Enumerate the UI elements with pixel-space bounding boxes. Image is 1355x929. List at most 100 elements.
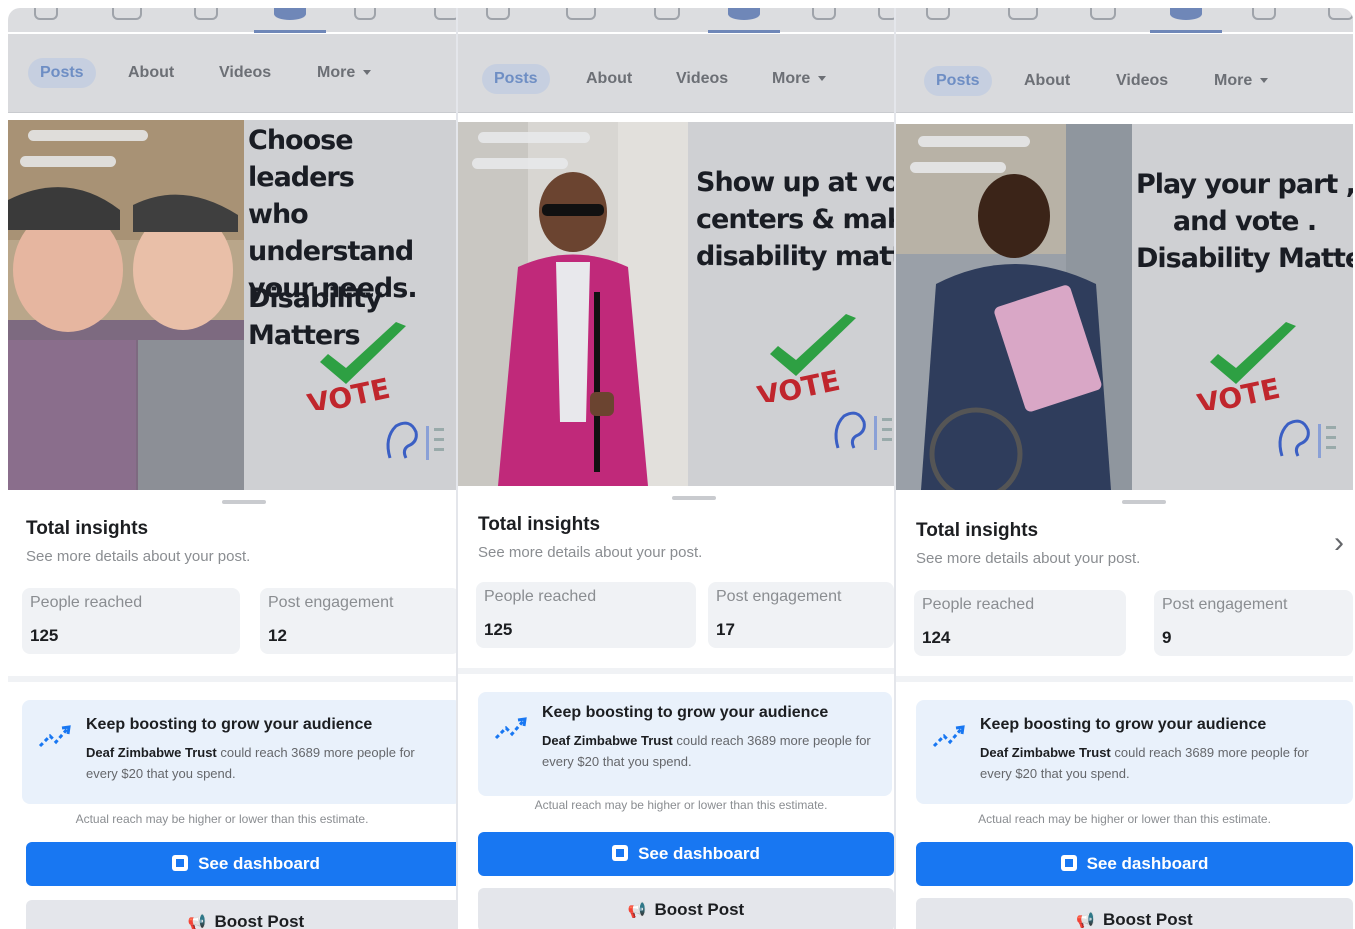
boost-body: Deaf Zimbabwe Trust could reach 3689 mor… xyxy=(86,742,426,784)
post-engagement-label: Post engagement xyxy=(268,594,394,611)
boost-post-button[interactable]: 📢 Boost Post xyxy=(26,900,456,929)
people-reached-label: People reached xyxy=(922,596,1035,613)
post-panel-1: Posts About Videos More Choose leaders w… xyxy=(8,8,456,929)
post-engagement-card[interactable]: Post engagement 12 xyxy=(260,588,456,654)
poster-headline: Show up at voting centers & make disabil… xyxy=(696,167,894,272)
people-reached-value: 125 xyxy=(30,626,59,645)
insights-sheet: Total insights See more details about yo… xyxy=(896,490,1353,929)
trend-up-icon xyxy=(494,717,527,740)
screenshot-collage: Posts About Videos More Choose leaders w… xyxy=(8,8,1353,929)
tab-more[interactable]: More xyxy=(317,58,372,88)
section-divider xyxy=(8,676,456,682)
dashboard-icon xyxy=(1060,855,1077,871)
insights-title: Total insights xyxy=(478,514,601,535)
people-reached-card[interactable]: People reached 125 xyxy=(476,582,696,648)
photo xyxy=(896,124,1132,490)
boost-post-button[interactable]: 📢 Boost Post xyxy=(478,888,894,929)
tab-more[interactable]: More xyxy=(772,64,827,94)
boost-suggestion-card[interactable]: Keep boosting to grow your audience Deaf… xyxy=(22,700,456,804)
tab-posts[interactable]: Posts xyxy=(28,58,96,88)
chevron-down-icon xyxy=(363,70,372,76)
bell-icon[interactable] xyxy=(1252,8,1276,20)
dashboard-icon xyxy=(172,855,189,871)
boost-post-label: Boost Post xyxy=(1102,910,1193,929)
ear-logo-icon xyxy=(1278,419,1336,458)
bell-icon[interactable] xyxy=(812,8,836,20)
chevron-right-icon[interactable]: › xyxy=(1334,526,1344,560)
tab-posts[interactable]: Posts xyxy=(924,66,992,96)
org-name: Deaf Zimbabwe Trust xyxy=(980,745,1111,760)
post-engagement-card[interactable]: Post engagement 17 xyxy=(708,582,894,648)
boost-post-label: Boost Post xyxy=(214,912,305,929)
home-icon[interactable] xyxy=(486,8,510,20)
tab-more[interactable]: More xyxy=(1214,66,1269,96)
post-image[interactable]: Choose leaders who understand your needs… xyxy=(8,120,456,490)
active-tab-indicator xyxy=(1150,30,1222,33)
top-nav-icons xyxy=(896,8,1353,33)
tab-videos[interactable]: Videos xyxy=(219,58,271,88)
boost-post-label: Boost Post xyxy=(654,900,745,919)
boost-post-button[interactable]: 📢 Boost Post xyxy=(916,898,1353,929)
people-reached-card[interactable]: People reached 125 xyxy=(22,588,240,654)
people-reached-card[interactable]: People reached 124 xyxy=(914,590,1126,656)
tab-posts[interactable]: Posts xyxy=(482,64,550,94)
profile-icon[interactable] xyxy=(728,8,760,20)
home-icon[interactable] xyxy=(34,8,58,20)
profile-icon[interactable] xyxy=(1170,8,1202,20)
see-dashboard-button[interactable]: See dashboard xyxy=(916,842,1353,886)
insights-title: Total insights xyxy=(916,520,1039,541)
see-dashboard-button[interactable]: See dashboard xyxy=(478,832,894,876)
boost-body: Deaf Zimbabwe Trust could reach 3689 mor… xyxy=(980,742,1320,784)
tab-more-label: More xyxy=(772,70,811,87)
bell-icon[interactable] xyxy=(354,8,376,20)
megaphone-icon[interactable] xyxy=(194,8,218,20)
ear-logo-icon xyxy=(386,421,444,460)
trend-up-icon xyxy=(932,725,965,748)
menu-icon[interactable] xyxy=(878,8,894,20)
video-icon[interactable] xyxy=(566,8,596,20)
tab-about[interactable]: About xyxy=(586,64,632,94)
insights-subtitle: See more details about your post. xyxy=(916,550,1141,567)
tab-videos[interactable]: Videos xyxy=(1116,66,1168,96)
hashtag-tag xyxy=(472,158,568,169)
top-nav-icons xyxy=(458,8,894,33)
poster-headline: Play your part , Go and vote . Disabilit… xyxy=(1136,169,1353,274)
see-dashboard-button[interactable]: See dashboard xyxy=(26,842,456,886)
estimate-note: Actual reach may be higher or lower than… xyxy=(978,812,1271,826)
post-engagement-card[interactable]: Post engagement 9 xyxy=(1154,590,1353,656)
tab-videos[interactable]: Videos xyxy=(676,64,728,94)
sheet-handle[interactable] xyxy=(222,500,266,504)
boost-suggestion-card[interactable]: Keep boosting to grow your audience Deaf… xyxy=(916,700,1353,804)
tab-more-label: More xyxy=(1214,72,1253,89)
post-image[interactable]: Show up at voting centers & make disabil… xyxy=(458,122,894,486)
chevron-down-icon xyxy=(818,76,827,82)
org-name: Deaf Zimbabwe Trust xyxy=(86,745,217,760)
megaphone-icon[interactable] xyxy=(1090,8,1116,20)
post-image[interactable]: Play your part , Go and vote . Disabilit… xyxy=(896,124,1353,490)
top-nav-icons xyxy=(8,8,456,33)
megaphone-icon: 📢 xyxy=(627,902,647,919)
boost-body: Deaf Zimbabwe Trust could reach 3689 mor… xyxy=(542,730,882,772)
profile-icon[interactable] xyxy=(274,8,306,20)
tab-about[interactable]: About xyxy=(1024,66,1070,96)
sheet-handle[interactable] xyxy=(1122,500,1166,504)
vote-check-icon: VOTE xyxy=(305,322,406,410)
sheet-handle[interactable] xyxy=(672,496,716,500)
menu-icon[interactable] xyxy=(434,8,456,20)
video-icon[interactable] xyxy=(1008,8,1038,20)
people-reached-label: People reached xyxy=(484,588,597,605)
boost-title: Keep boosting to grow your audience xyxy=(980,716,1267,733)
megaphone-icon: 📢 xyxy=(187,914,207,929)
post-panel-2: Posts About Videos More Show up at vo ce… xyxy=(458,8,894,929)
boost-title: Keep boosting to grow your audience xyxy=(86,716,373,733)
megaphone-icon[interactable] xyxy=(654,8,680,20)
hashtag-tag xyxy=(28,130,148,141)
menu-icon[interactable] xyxy=(1328,8,1353,20)
active-tab-indicator xyxy=(254,30,326,33)
home-icon[interactable] xyxy=(926,8,950,20)
tab-about[interactable]: About xyxy=(128,58,174,88)
megaphone-icon: 📢 xyxy=(1076,912,1095,929)
post-engagement-value: 12 xyxy=(268,626,287,645)
boost-suggestion-card[interactable]: Keep boosting to grow your audience Deaf… xyxy=(478,692,892,796)
video-icon[interactable] xyxy=(112,8,142,20)
